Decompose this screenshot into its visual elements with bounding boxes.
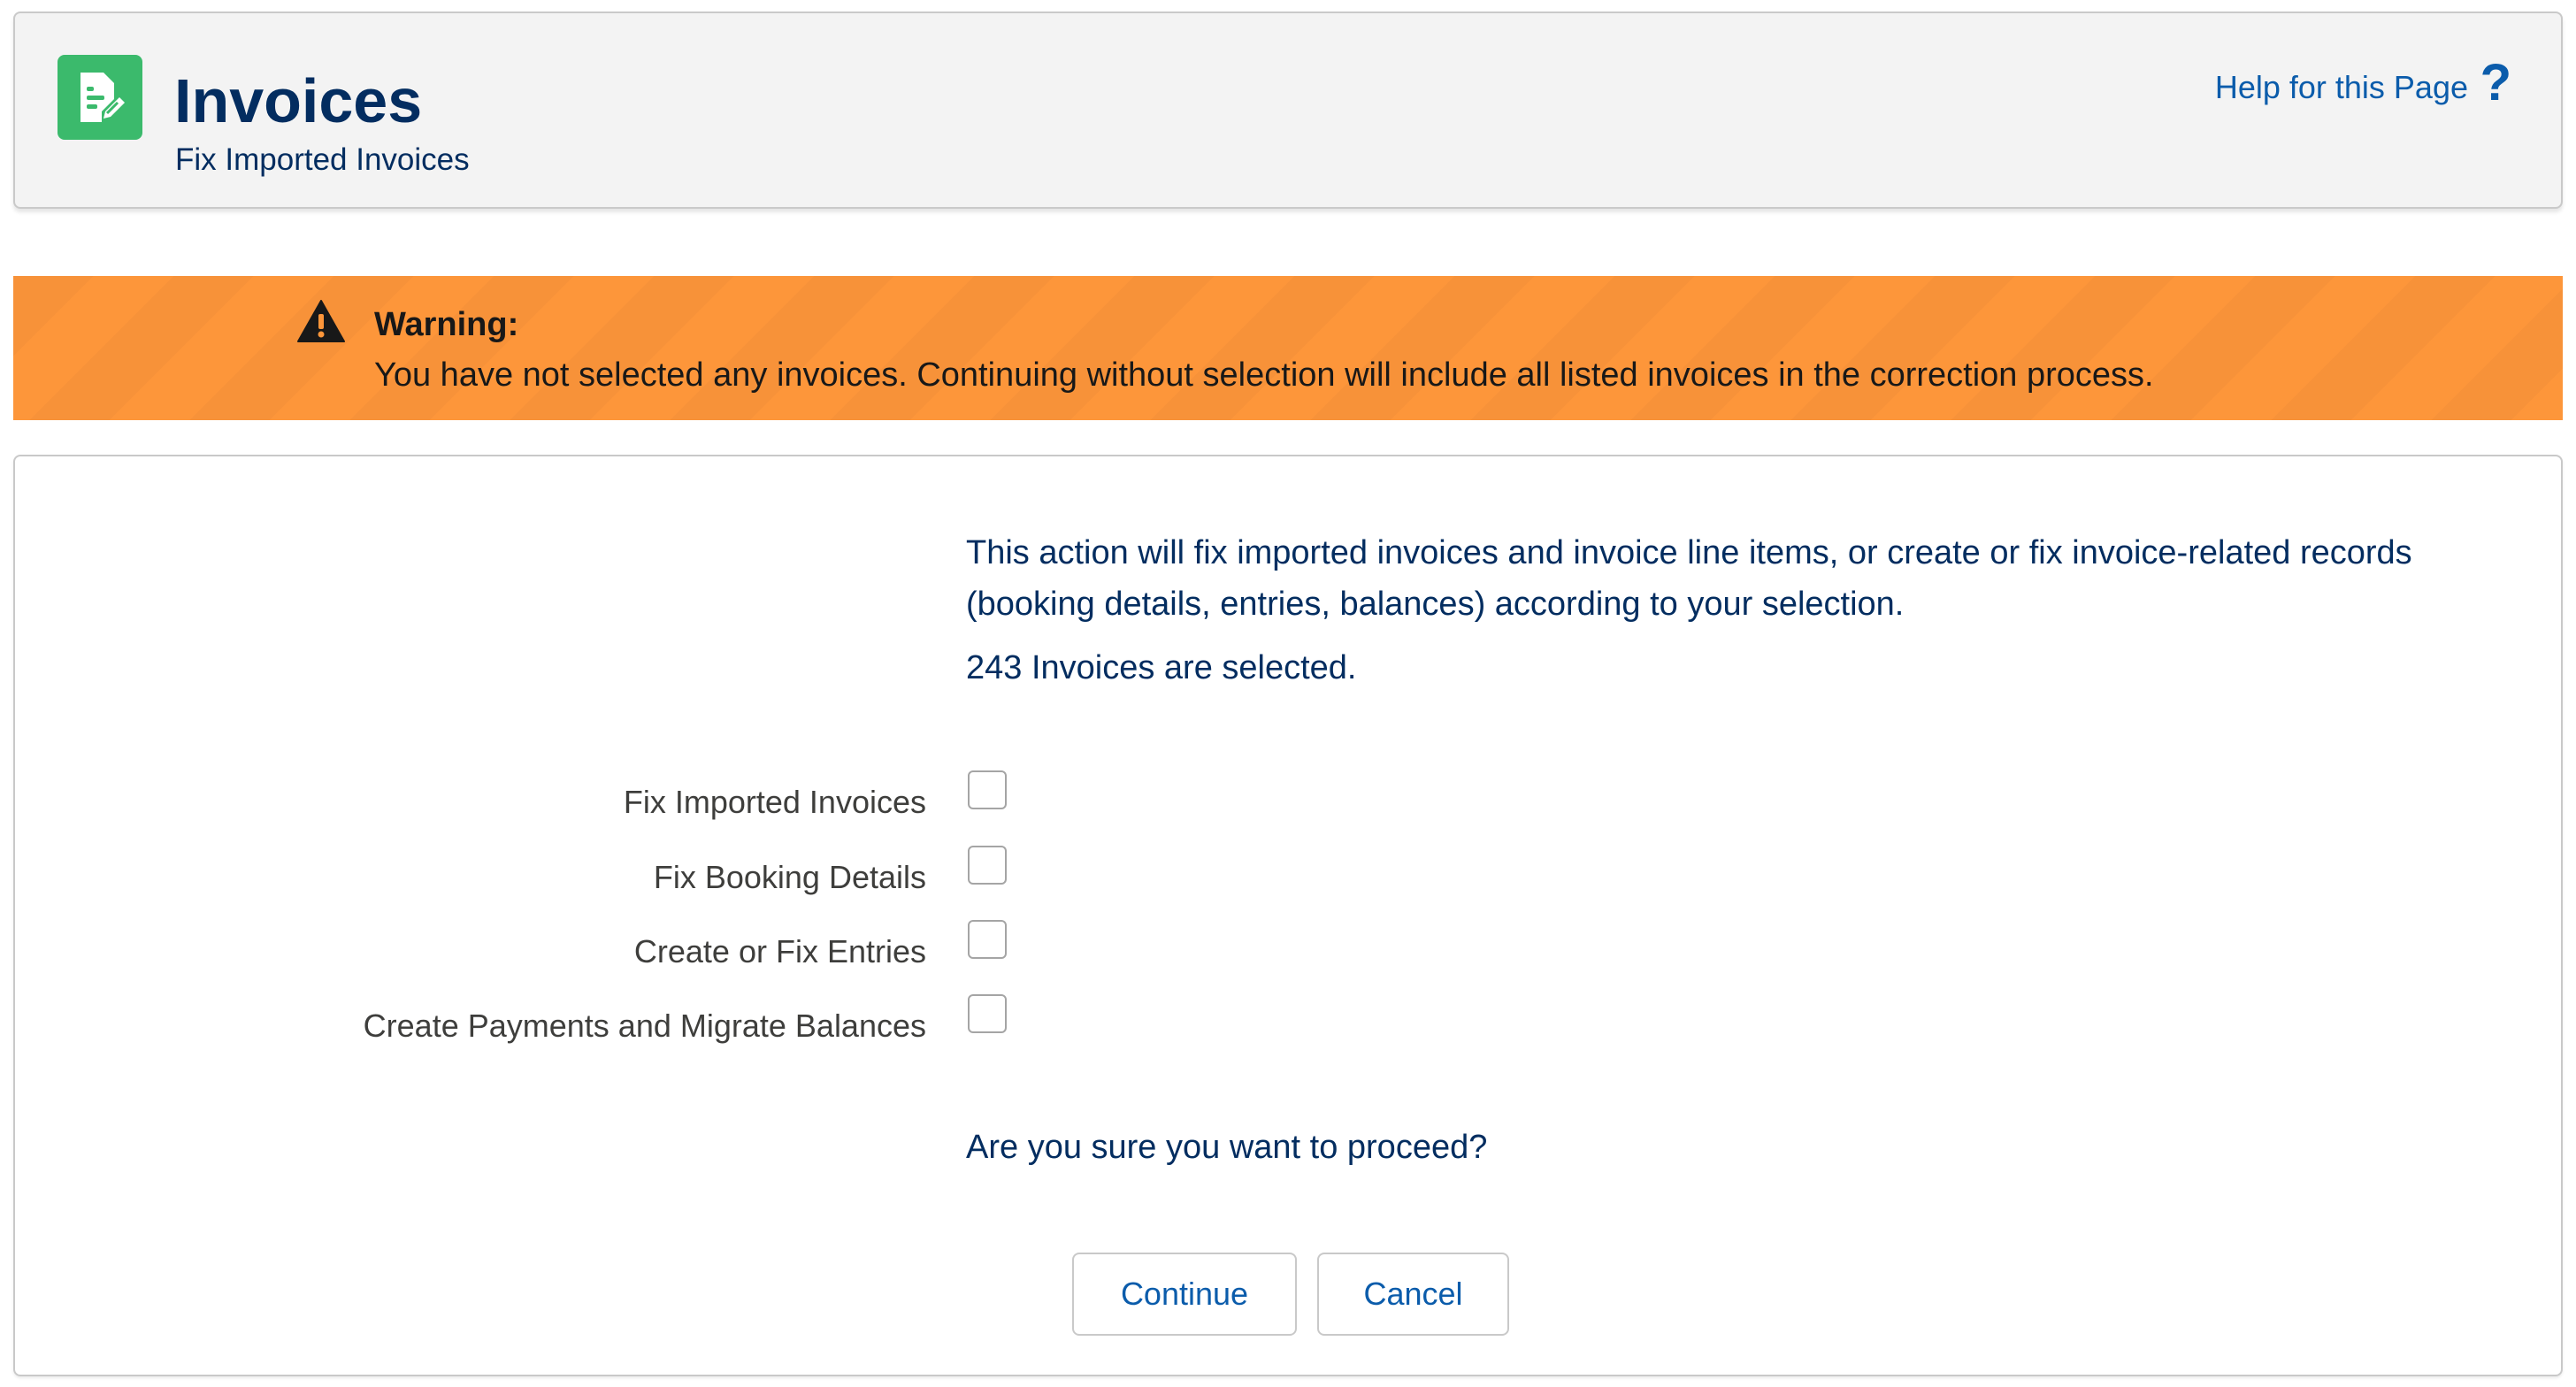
option-label: Create or Fix Entries: [633, 933, 926, 969]
warning-triangle-icon: [297, 300, 345, 342]
page-subtitle: Fix Imported Invoices: [175, 142, 470, 177]
main-panel: This action will fix imported invoices a…: [13, 455, 2563, 1376]
page-title: Invoices: [174, 66, 423, 135]
option-fix-imported-invoices: Fix Imported Invoices: [15, 770, 1077, 824]
warning-message: You have not selected any invoices. Cont…: [374, 356, 2154, 394]
create-or-fix-entries-checkbox[interactable]: [968, 920, 1007, 959]
help-link[interactable]: Help for this Page: [2215, 72, 2468, 103]
warning-banner: Warning: You have not selected any invoi…: [13, 276, 2563, 420]
option-create-payments-migrate-balances: Create Payments and Migrate Balances: [15, 994, 1077, 1047]
fix-imported-invoices-checkbox[interactable]: [968, 770, 1007, 809]
fix-booking-details-checkbox[interactable]: [968, 846, 1007, 885]
cancel-button[interactable]: Cancel: [1317, 1253, 1509, 1336]
page-header: Invoices Fix Imported Invoices Help for …: [13, 11, 2563, 209]
warning-title: Warning:: [374, 306, 519, 343]
option-create-or-fix-entries: Create or Fix Entries: [15, 920, 1077, 973]
option-label: Create Payments and Migrate Balances: [363, 1008, 926, 1044]
selected-count: 243 Invoices are selected.: [966, 649, 1357, 686]
create-payments-migrate-balances-checkbox[interactable]: [968, 994, 1007, 1033]
question-mark-icon[interactable]: ?: [2480, 57, 2511, 109]
option-label: Fix Booking Details: [653, 859, 926, 895]
invoice-document-icon: [58, 55, 142, 140]
option-label: Fix Imported Invoices: [623, 784, 926, 820]
confirm-question: Are you sure you want to proceed?: [966, 1129, 1488, 1166]
action-description: This action will fix imported invoices a…: [966, 534, 2412, 623]
option-fix-booking-details: Fix Booking Details: [15, 846, 1077, 899]
continue-button[interactable]: Continue: [1072, 1253, 1297, 1336]
